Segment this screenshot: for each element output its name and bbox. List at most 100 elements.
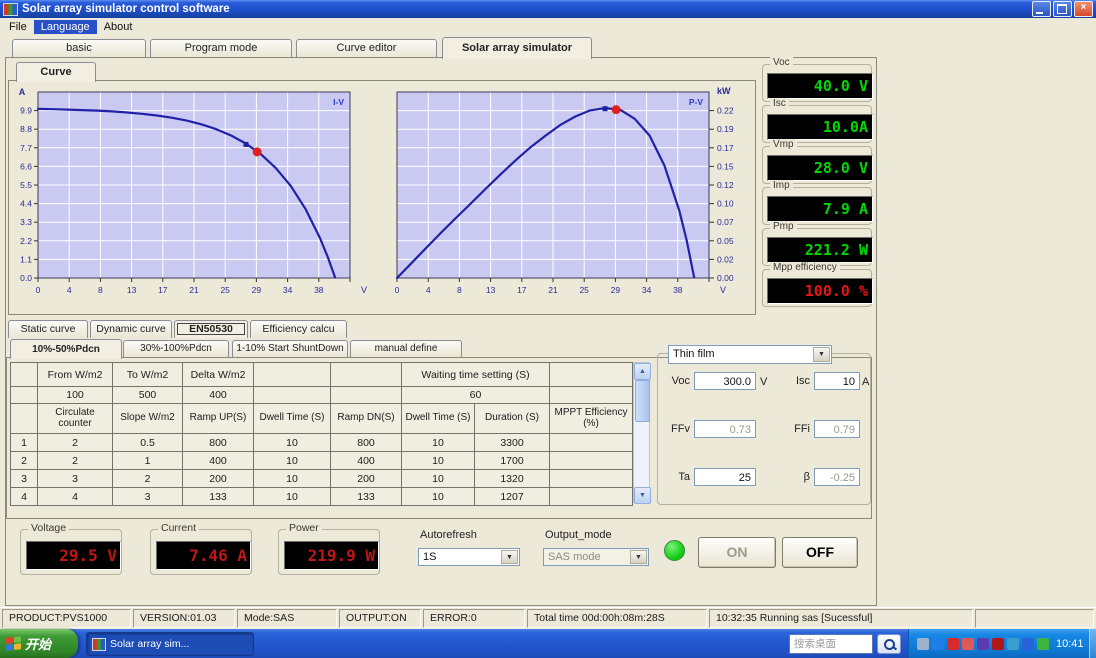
close-button[interactable]: × — [1074, 1, 1093, 17]
data-cell[interactable]: 10 — [253, 433, 331, 452]
config-input-voc[interactable]: 300.0 — [694, 372, 756, 390]
value-cell[interactable]: 500 — [112, 386, 183, 404]
tab-static-curve[interactable]: Static curve — [8, 320, 88, 338]
row-number[interactable]: 3 — [10, 469, 38, 488]
autorefresh-select[interactable]: 1S ▼ — [418, 548, 520, 566]
module-type-select[interactable]: Thin film ▼ — [668, 345, 832, 364]
data-cell[interactable]: 3 — [112, 487, 183, 506]
tab-en50530[interactable]: EN50530 — [174, 320, 248, 338]
tab-1-10-start-shuntdown[interactable]: 1-10% Start ShuntDown — [232, 340, 348, 357]
data-cell[interactable]: 0.5 — [112, 433, 183, 452]
shield-blue-icon[interactable] — [1022, 637, 1034, 650]
taskbar-item-solar-array-sim[interactable]: Solar array sim... — [86, 632, 254, 656]
data-cell[interactable]: 2 — [37, 451, 113, 470]
security-icon[interactable] — [992, 637, 1004, 650]
tab-solar-array-simulator[interactable]: Solar array simulator — [442, 37, 592, 59]
tab-10-50-pdcn[interactable]: 10%-50%Pdcn — [10, 339, 122, 359]
start-button[interactable]: 开始 — [0, 629, 78, 658]
config-input-isc[interactable]: 10 — [814, 372, 860, 390]
data-cell[interactable]: 3 — [37, 469, 113, 488]
data-cell[interactable]: 800 — [182, 433, 254, 452]
scroll-up-icon[interactable]: ▲ — [634, 363, 651, 380]
menu-file[interactable]: File — [2, 20, 34, 34]
tab-program-mode[interactable]: Program mode — [150, 39, 292, 57]
svg-text:9.9: 9.9 — [20, 106, 32, 116]
data-cell[interactable] — [549, 451, 633, 470]
data-cell[interactable]: 133 — [330, 487, 402, 506]
data-cell[interactable]: 10 — [401, 433, 475, 452]
minimize-button[interactable] — [1032, 1, 1051, 17]
svg-text:8: 8 — [457, 285, 462, 295]
search-button[interactable] — [877, 634, 901, 654]
config-unit-voc: V — [760, 376, 768, 388]
value-cell[interactable]: 100 — [37, 386, 113, 404]
volume-icon[interactable] — [917, 637, 929, 650]
maximize-button[interactable] — [1053, 1, 1072, 17]
menu-about[interactable]: About — [97, 20, 140, 34]
search-input[interactable]: 搜索桌面 — [789, 634, 873, 654]
network-icon[interactable] — [1007, 637, 1019, 650]
messenger-icon[interactable] — [932, 637, 944, 650]
config-input-ta[interactable]: 25 — [694, 468, 756, 486]
data-cell[interactable]: 4 — [37, 487, 113, 506]
value-cell[interactable] — [253, 386, 331, 404]
value-cell[interactable] — [330, 386, 402, 404]
svg-text:0: 0 — [395, 285, 400, 295]
im-icon[interactable] — [977, 637, 989, 650]
readout-label: Imp — [770, 180, 793, 191]
update-icon[interactable] — [962, 637, 974, 650]
tab-manual-define[interactable]: manual define — [350, 340, 462, 357]
on-button[interactable]: ON — [698, 537, 776, 568]
data-cell[interactable]: 2 — [112, 469, 183, 488]
tab-efficiency-calcu[interactable]: Efficiency calcu — [250, 320, 347, 338]
tab-basic[interactable]: basic — [12, 39, 146, 57]
readout-label: Pmp — [770, 221, 797, 232]
data-cell[interactable]: 1 — [112, 451, 183, 470]
value-cell[interactable]: 60 — [401, 386, 550, 404]
table-scrollbar[interactable]: ▲ ▼ — [633, 362, 651, 504]
off-button[interactable]: OFF — [782, 537, 858, 568]
scroll-down-icon[interactable]: ▼ — [634, 487, 651, 504]
row-number[interactable]: 4 — [10, 487, 38, 506]
data-cell[interactable]: 1207 — [474, 487, 550, 506]
tab-curve[interactable]: Curve — [16, 62, 96, 82]
data-cell[interactable]: 10 — [253, 451, 331, 470]
data-cell[interactable]: 1320 — [474, 469, 550, 488]
tab-30-100-pdcn[interactable]: 30%-100%Pdcn — [123, 340, 229, 357]
row-number[interactable]: 1 — [10, 433, 38, 452]
data-cell[interactable]: 133 — [182, 487, 254, 506]
data-cell[interactable]: 2 — [37, 433, 113, 452]
value-cell[interactable] — [549, 386, 633, 404]
row-number[interactable]: 2 — [10, 451, 38, 470]
data-cell[interactable]: 800 — [330, 433, 402, 452]
chevron-down-icon[interactable]: ▼ — [813, 347, 830, 362]
value-cell[interactable]: 400 — [182, 386, 254, 404]
menu-language[interactable]: Language — [33, 19, 97, 34]
data-cell[interactable]: 10 — [401, 451, 475, 470]
data-cell[interactable]: 1700 — [474, 451, 550, 470]
data-cell[interactable]: 400 — [182, 451, 254, 470]
scrollbar-thumb[interactable] — [635, 380, 650, 422]
data-cell[interactable] — [549, 469, 633, 488]
data-cell[interactable]: 400 — [330, 451, 402, 470]
autorefresh-label: Autorefresh — [420, 529, 477, 541]
tab-dynamic-curve[interactable]: Dynamic curve — [90, 320, 172, 338]
data-cell[interactable]: 10 — [253, 487, 331, 506]
tab-curve-editor[interactable]: Curve editor — [296, 39, 437, 57]
shield-green-icon[interactable] — [1037, 637, 1049, 650]
data-cell[interactable]: 200 — [182, 469, 254, 488]
corner-cell[interactable] — [10, 386, 38, 404]
data-cell[interactable]: 10 — [253, 469, 331, 488]
data-cell[interactable] — [549, 433, 633, 452]
chevron-down-icon[interactable]: ▼ — [501, 550, 518, 564]
header-cell: From W/m2 — [37, 362, 113, 387]
data-cell[interactable]: 10 — [401, 487, 475, 506]
column-header: MPPT Efficiency (%) — [549, 403, 633, 434]
data-cell[interactable]: 3300 — [474, 433, 550, 452]
data-cell[interactable] — [549, 487, 633, 506]
data-cell[interactable]: 10 — [401, 469, 475, 488]
config-input-: -0.25 — [814, 468, 860, 486]
data-cell[interactable]: 200 — [330, 469, 402, 488]
antivirus-icon[interactable] — [947, 637, 959, 650]
show-desktop-strip[interactable] — [1089, 629, 1096, 658]
